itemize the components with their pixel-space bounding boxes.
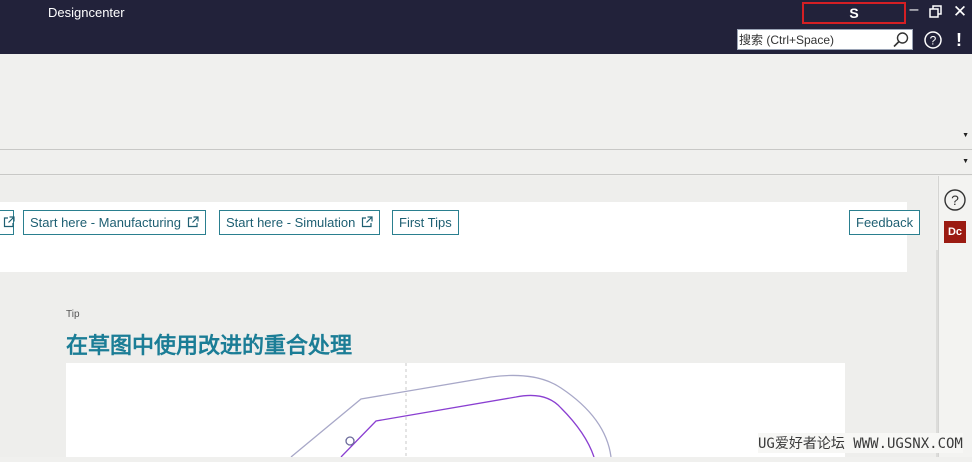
sketch-illustration: [290, 363, 612, 458]
ribbon-area: ▼: [0, 54, 972, 150]
tip-illustration: [66, 363, 845, 458]
minimize-button[interactable]: –: [904, 0, 924, 20]
forum-watermark: UG爱好者论坛 WWW.UGSNX.COM: [758, 433, 963, 453]
help-icon[interactable]: ?: [923, 30, 943, 50]
tip-title: 在草图中使用改进的重合处理: [66, 334, 353, 359]
vertical-scrollbar[interactable]: [936, 250, 938, 457]
toolbar-expand-icon[interactable]: ▼: [962, 158, 969, 165]
svg-text:?: ?: [951, 192, 959, 208]
link-button-partial[interactable]: [0, 210, 15, 235]
external-link-icon: [361, 216, 373, 228]
start-here-simulation-link[interactable]: Start here - Simulation: [219, 210, 380, 235]
external-link-icon: [3, 216, 15, 228]
highlighted-s-label[interactable]: S: [802, 2, 906, 24]
external-link-icon: [187, 216, 199, 228]
search-input[interactable]: [738, 30, 889, 49]
designcenter-icon[interactable]: Dc: [944, 221, 966, 243]
help-icon[interactable]: ?: [943, 188, 967, 212]
svg-text:?: ?: [930, 34, 937, 48]
ribbon-expand-icon[interactable]: ▼: [962, 132, 969, 139]
info-icon[interactable]: !: [952, 30, 966, 50]
restore-icon: [929, 5, 942, 18]
search-box[interactable]: [737, 29, 913, 50]
secondary-toolbar: ▼: [0, 150, 972, 175]
start-here-manufacturing-link[interactable]: Start here - Manufacturing: [23, 210, 206, 235]
link-label: Start here - Simulation: [226, 215, 356, 230]
search-icon[interactable]: [892, 31, 910, 49]
first-tips-link[interactable]: First Tips: [392, 210, 459, 235]
tip-label: Tip: [66, 309, 80, 320]
close-button[interactable]: ✕: [950, 2, 970, 22]
feedback-button[interactable]: Feedback: [849, 210, 921, 235]
restore-button[interactable]: [926, 2, 946, 25]
app-title: Designcenter: [48, 5, 125, 20]
title-bar: Designcenter S – ✕ ? !: [0, 0, 972, 54]
link-label: First Tips: [399, 215, 452, 230]
link-label: Start here - Manufacturing: [30, 215, 182, 230]
right-sidebar: [938, 176, 972, 457]
